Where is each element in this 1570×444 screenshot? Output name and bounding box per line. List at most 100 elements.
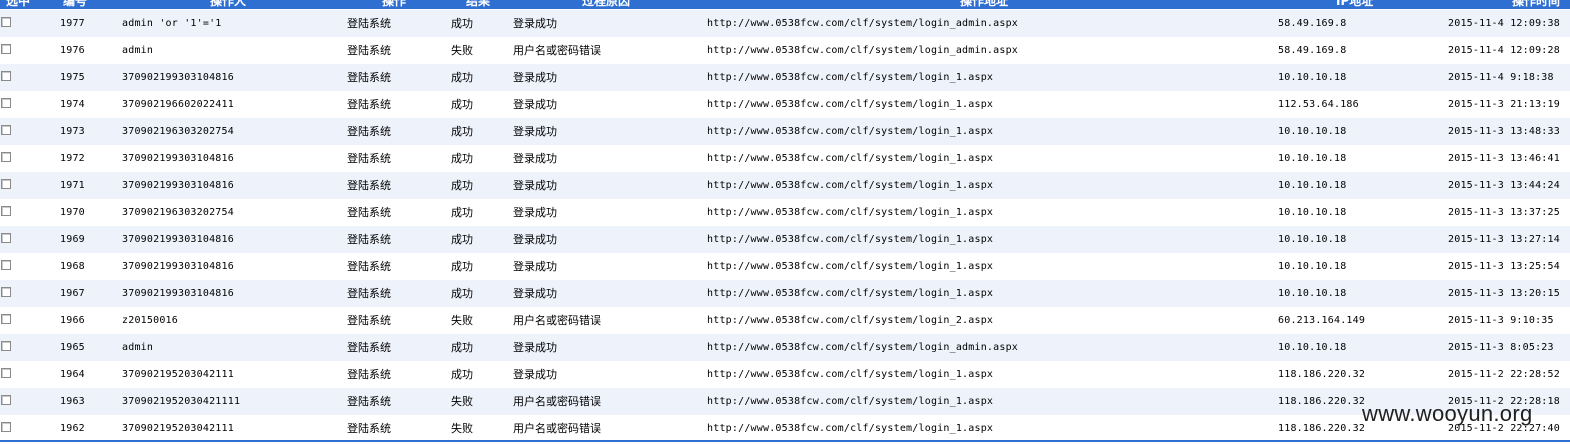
row-select-checkbox[interactable] (1, 368, 11, 378)
cell-reason: 登录成功 (513, 98, 557, 111)
cell-result: 失败 (451, 395, 473, 408)
table-row: 1976 admin 登陆系统 失败 用户名或密码错误 http://www.0538fc… (0, 37, 1570, 64)
cell-operation: 登陆系统 (347, 179, 391, 192)
cell-id: 1976 (60, 45, 85, 56)
cell-operator: admin (122, 45, 154, 56)
cell-result: 成功 (451, 287, 473, 300)
header-operator[interactable]: 操作人 (210, 0, 246, 8)
row-select-checkbox[interactable] (1, 341, 11, 351)
table-row: 1964 370902195203042111 登陆系统 成功 登录成功 http://w… (0, 361, 1570, 388)
row-select-checkbox[interactable] (1, 395, 11, 405)
header-operation[interactable]: 操作 (382, 0, 406, 8)
table-row: 1969 370902199303104816 登陆系统 成功 登录成功 http://w… (0, 226, 1570, 253)
cell-operation: 登陆系统 (347, 341, 391, 354)
table-row: 1974 370902196602022411 登陆系统 成功 登录成功 http://w… (0, 91, 1570, 118)
row-select-checkbox[interactable] (1, 179, 11, 189)
cell-ip: 10.10.10.18 (1278, 261, 1347, 272)
cell-operation: 登陆系统 (347, 422, 391, 435)
cell-operator: admin 'or '1'='1 (122, 18, 222, 29)
header-id[interactable]: 编号 (63, 0, 87, 8)
header-result[interactable]: 结果 (466, 0, 490, 8)
cell-time: 2015-11-3 8:05:23 (1448, 342, 1554, 353)
cell-reason: 登录成功 (513, 287, 557, 300)
row-select-checkbox[interactable] (1, 314, 11, 324)
cell-result: 成功 (451, 233, 473, 246)
cell-operation: 登陆系统 (347, 152, 391, 165)
header-select[interactable]: 选中 (6, 0, 30, 8)
table-row: 1971 370902199303104816 登陆系统 成功 登录成功 http://w… (0, 172, 1570, 199)
cell-ip: 60.213.164.149 (1278, 315, 1366, 326)
cell-url: http://www.0538fcw.com/clf/system/login_… (707, 315, 994, 326)
table-row: 1962 370902195203042111 登陆系统 失败 用户名或密码错误 http… (0, 415, 1570, 442)
cell-url: http://www.0538fcw.com/clf/system/login_… (707, 72, 994, 83)
header-reason[interactable]: 过程原因 (582, 0, 630, 8)
cell-url: http://www.0538fcw.com/clf/system/login_… (707, 45, 1019, 56)
cell-result: 成功 (451, 179, 473, 192)
cell-ip: 10.10.10.18 (1278, 234, 1347, 245)
cell-url: http://www.0538fcw.com/clf/system/login_… (707, 153, 994, 164)
table-row: 1970 370902196303202754 登陆系统 成功 登录成功 http://w… (0, 199, 1570, 226)
cell-url: http://www.0538fcw.com/clf/system/login_… (707, 234, 994, 245)
cell-url: http://www.0538fcw.com/clf/system/login_… (707, 18, 1019, 29)
header-ip[interactable]: IP地址 (1336, 0, 1373, 8)
cell-id: 1968 (60, 261, 85, 272)
table-row: 1966 z20150016 登陆系统 失败 用户名或密码错误 http://www.05… (0, 307, 1570, 334)
cell-time: 2015-11-4 12:09:38 (1448, 18, 1560, 29)
cell-result: 成功 (451, 206, 473, 219)
row-select-checkbox[interactable] (1, 44, 11, 54)
cell-url: http://www.0538fcw.com/clf/system/login_… (707, 99, 994, 110)
row-select-checkbox[interactable] (1, 287, 11, 297)
cell-ip: 118.186.220.32 (1278, 396, 1366, 407)
cell-id: 1973 (60, 126, 85, 137)
header-url[interactable]: 操作地址 (960, 0, 1008, 8)
cell-operator: 370902199303104816 (122, 72, 234, 83)
cell-operation: 登陆系统 (347, 395, 391, 408)
cell-ip: 10.10.10.18 (1278, 180, 1347, 191)
cell-ip: 10.10.10.18 (1278, 153, 1347, 164)
cell-time: 2015-11-3 13:27:14 (1448, 234, 1560, 245)
row-select-checkbox[interactable] (1, 206, 11, 216)
cell-id: 1964 (60, 369, 85, 380)
cell-operation: 登陆系统 (347, 71, 391, 84)
row-select-checkbox[interactable] (1, 152, 11, 162)
row-select-checkbox[interactable] (1, 17, 11, 27)
row-select-checkbox[interactable] (1, 71, 11, 81)
cell-time: 2015-11-4 12:09:28 (1448, 45, 1560, 56)
cell-time: 2015-11-3 21:13:19 (1448, 99, 1560, 110)
cell-time: 2015-11-3 13:20:15 (1448, 288, 1560, 299)
cell-ip: 10.10.10.18 (1278, 72, 1347, 83)
cell-operator: 370902195203042111 (122, 423, 234, 434)
cell-reason: 用户名或密码错误 (513, 314, 601, 327)
cell-result: 失败 (451, 44, 473, 57)
cell-id: 1966 (60, 315, 85, 326)
cell-id: 1971 (60, 180, 85, 191)
cell-reason: 登录成功 (513, 233, 557, 246)
row-select-checkbox[interactable] (1, 125, 11, 135)
cell-operation: 登陆系统 (347, 260, 391, 273)
cell-id: 1970 (60, 207, 85, 218)
table-row: 1963 3709021952030421111 登陆系统 失败 用户名或密码错误 htt… (0, 388, 1570, 415)
header-time[interactable]: 操作时间 (1512, 0, 1560, 8)
cell-id: 1975 (60, 72, 85, 83)
row-select-checkbox[interactable] (1, 260, 11, 270)
cell-operation: 登陆系统 (347, 98, 391, 111)
cell-reason: 登录成功 (513, 341, 557, 354)
cell-operation: 登陆系统 (347, 17, 391, 30)
row-select-checkbox[interactable] (1, 98, 11, 108)
cell-reason: 用户名或密码错误 (513, 422, 601, 435)
cell-time: 2015-11-3 13:37:25 (1448, 207, 1560, 218)
cell-id: 1965 (60, 342, 85, 353)
cell-result: 失败 (451, 422, 473, 435)
watermark: www.wooyun.org (1362, 401, 1533, 426)
cell-operator: 370902196303202754 (122, 207, 234, 218)
table-row: 1977 admin 'or '1'='1 登陆系统 成功 登录成功 http://www… (0, 10, 1570, 37)
cell-operator: 370902199303104816 (122, 180, 234, 191)
cell-result: 失败 (451, 314, 473, 327)
cell-operator: 370902196602022411 (122, 99, 234, 110)
cell-ip: 10.10.10.18 (1278, 288, 1347, 299)
cell-result: 成功 (451, 17, 473, 30)
cell-url: http://www.0538fcw.com/clf/system/login_… (707, 288, 994, 299)
row-select-checkbox[interactable] (1, 233, 11, 243)
cell-operator: admin (122, 342, 154, 353)
row-select-checkbox[interactable] (1, 422, 11, 432)
